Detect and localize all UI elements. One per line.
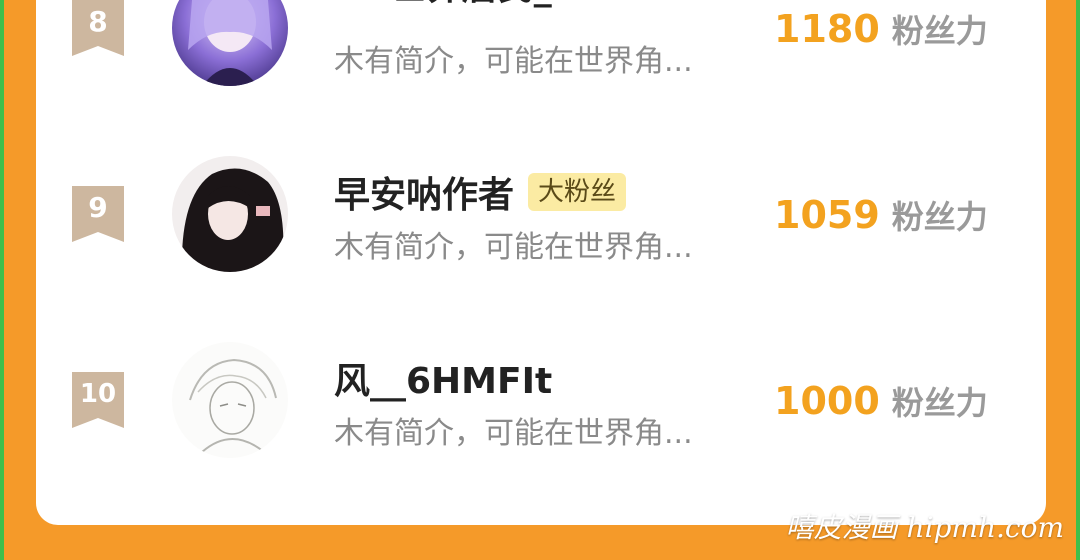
watermark: 嘻皮漫画 hipmh.com bbox=[785, 511, 1064, 544]
rank-number: 9 bbox=[88, 191, 108, 224]
list-item[interactable]: 8 KK世界居民_2V... 木有简介，可能在世界角... bbox=[36, 0, 1046, 120]
anime-avatar-dark-icon bbox=[172, 156, 288, 272]
fan-power-unit: 粉丝力 bbox=[891, 384, 988, 422]
rank-badge: 8 bbox=[72, 0, 124, 56]
rank-badge: 9 bbox=[72, 186, 124, 242]
fan-power-value: 1180 bbox=[774, 7, 880, 51]
avatar[interactable] bbox=[172, 156, 288, 272]
user-name[interactable]: 早安呐作者 bbox=[334, 166, 514, 218]
avatar[interactable] bbox=[172, 342, 288, 458]
fan-power: 1000 粉丝力 bbox=[774, 378, 988, 424]
fan-power-unit: 粉丝力 bbox=[891, 198, 988, 236]
user-bio: 木有简介，可能在世界角... bbox=[334, 44, 693, 79]
fan-power-value: 1000 bbox=[774, 379, 880, 423]
user-name-line: 风__6HMFIt bbox=[334, 352, 552, 404]
fan-power-value: 1059 bbox=[774, 193, 880, 237]
right-edge bbox=[1076, 0, 1080, 560]
fan-power: 1059 粉丝力 bbox=[774, 192, 988, 238]
fan-power-unit: 粉丝力 bbox=[891, 12, 988, 50]
rank-badge: 10 bbox=[72, 372, 124, 428]
fan-power: 1180 粉丝力 bbox=[774, 6, 988, 52]
user-name[interactable]: 风__6HMFIt bbox=[334, 352, 552, 404]
avatar[interactable] bbox=[172, 0, 288, 86]
left-edge bbox=[0, 0, 4, 560]
ranking-card: 8 KK世界居民_2V... 木有简介，可能在世界角... bbox=[36, 0, 1046, 525]
anime-avatar-purple-icon bbox=[172, 0, 288, 86]
sketch-avatar-icon bbox=[172, 342, 288, 458]
user-bio: 木有简介，可能在世界角... bbox=[334, 416, 693, 451]
user-bio: 木有简介，可能在世界角... bbox=[334, 230, 693, 265]
fan-tag-badge: 大粉丝 bbox=[528, 173, 627, 211]
list-item[interactable]: 9 早安呐作者 大粉丝 木有简介，可能在世界角... 1059 粉丝力 bbox=[36, 156, 1046, 306]
user-name-line: 早安呐作者 大粉丝 bbox=[334, 166, 627, 218]
rank-number: 10 bbox=[79, 379, 117, 409]
rank-number: 8 bbox=[88, 5, 108, 38]
user-name-line: KK世界居民_2V... bbox=[334, 0, 641, 10]
user-name[interactable]: KK世界居民_2V... bbox=[334, 0, 641, 10]
list-item[interactable]: 10 风__6HMFIt 木有简介，可能在世界角... 1000 粉丝力 bbox=[36, 342, 1046, 492]
